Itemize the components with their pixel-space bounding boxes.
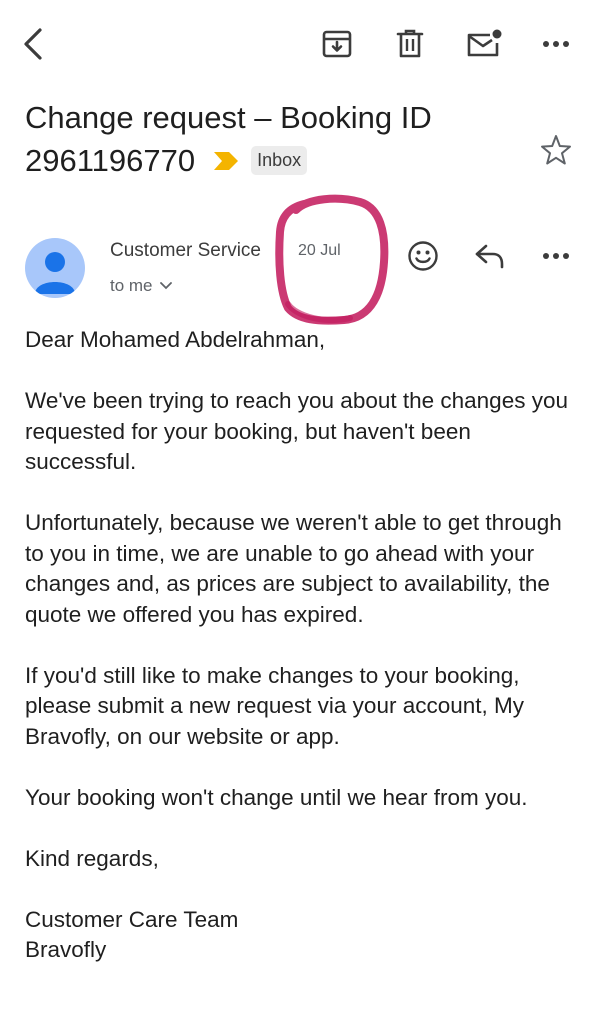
body-closing: Kind regards, [25,845,159,871]
inbox-label-badge[interactable]: Inbox [251,146,308,175]
reply-icon [474,242,506,270]
more-horizontal-icon [542,252,570,260]
subject-line-1: Change request – Booking ID [25,100,432,135]
email-subject: Change request – Booking ID 2961196770 I… [25,96,530,182]
delete-button[interactable] [390,24,430,64]
body-paragraph-3: If you'd still like to make changes to y… [25,662,524,749]
signature-line-1: Customer Care Team [25,906,239,932]
recipient-toggle[interactable]: to me [110,276,172,296]
more-options-button[interactable] [536,24,576,64]
archive-button[interactable] [317,24,357,64]
handdrawn-circle-annotation [268,192,393,337]
more-horizontal-icon [542,40,570,48]
trash-icon [396,29,424,59]
body-paragraph-2: Unfortunately, because we weren't able t… [25,510,562,627]
message-more-button[interactable] [536,236,576,276]
email-body: Dear Mohamed Abdelrahman, We've been try… [25,325,575,966]
archive-icon [322,29,352,59]
add-reaction-button[interactable] [403,236,443,276]
person-icon [25,238,85,298]
top-toolbar [0,0,600,86]
body-paragraph-4: Your booking won't change until we hear … [25,784,528,810]
signature-line-2: Bravofly [25,937,107,962]
body-greeting: Dear Mohamed Abdelrahman, [25,327,326,352]
reply-button[interactable] [470,236,510,276]
back-button[interactable] [14,24,54,64]
arrow-left-icon [21,27,47,61]
important-marker-icon[interactable] [213,151,239,171]
emoji-icon [407,240,439,272]
mail-unread-icon [466,29,502,59]
star-icon[interactable] [538,132,574,168]
recipient-label: to me [110,276,153,295]
mark-unread-button[interactable] [464,24,504,64]
avatar[interactable] [25,238,85,298]
body-paragraph-1: We've been trying to reach you about the… [25,388,568,474]
sender-name[interactable]: Customer Service [110,240,261,262]
subject-line-2: 2961196770 [25,143,196,178]
chevron-down-icon [159,282,172,290]
